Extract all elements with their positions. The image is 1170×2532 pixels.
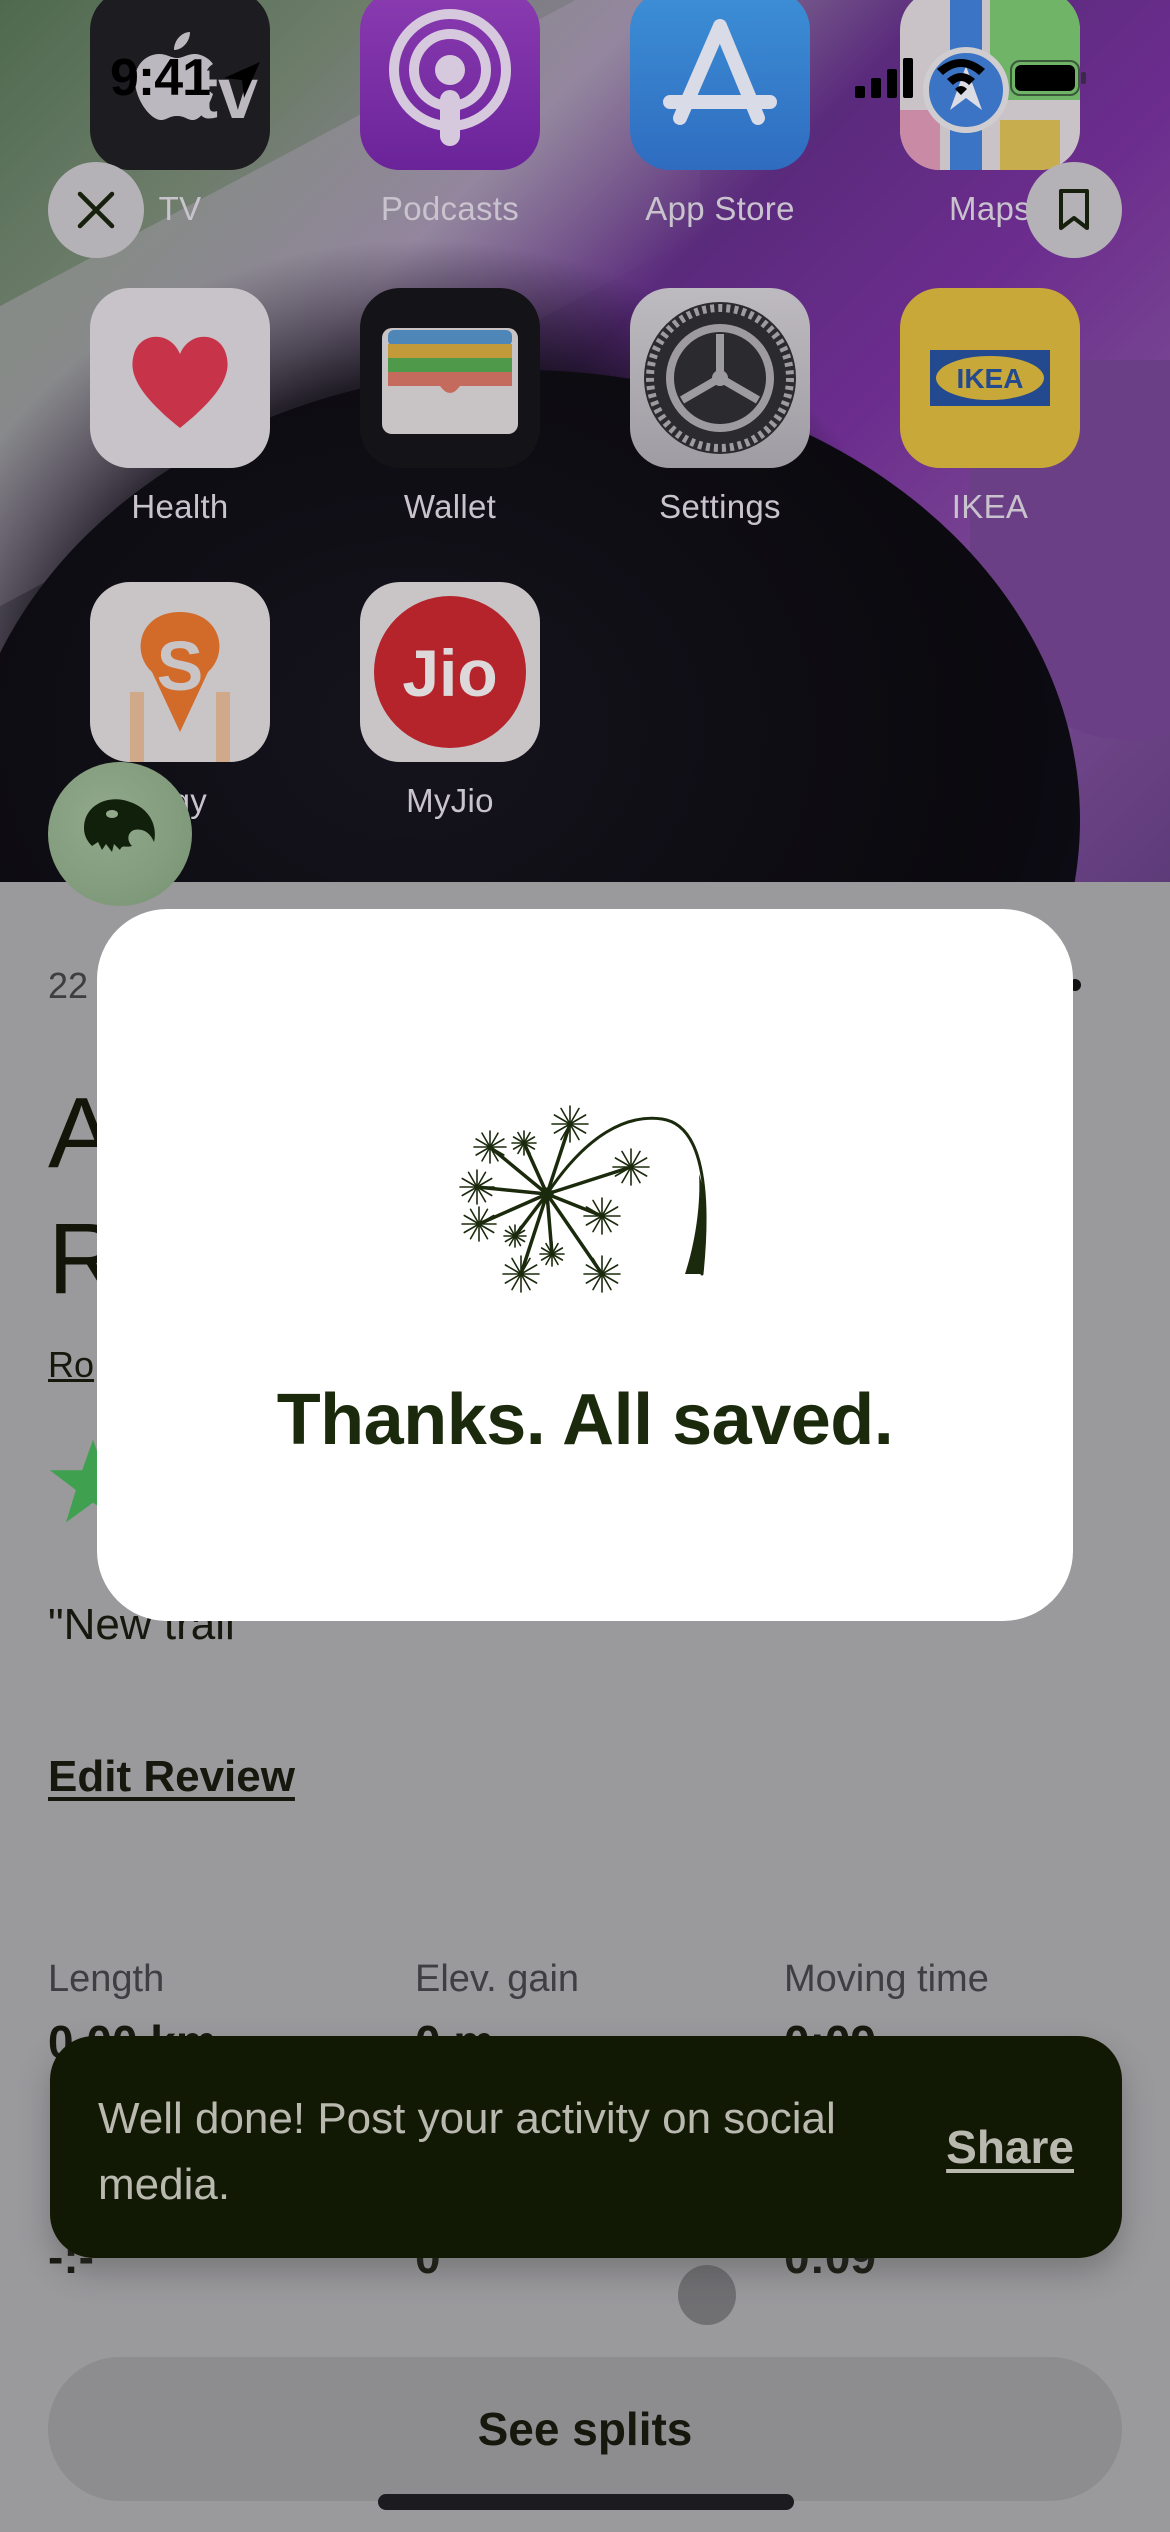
app-label: MyJio [406, 782, 494, 819]
status-bar: 9:41 [0, 0, 1170, 150]
health-heart-icon [90, 288, 270, 468]
dandelion-icon [459, 1105, 707, 1293]
settings-gear-icon [630, 288, 810, 468]
status-time: 9:41 [110, 49, 211, 107]
share-toast: Well done! Post your activity on social … [50, 2036, 1122, 2258]
avatar[interactable] [48, 762, 192, 906]
toast-message: Well done! Post your activity on social … [98, 2094, 836, 2209]
app-label: App Store [645, 190, 795, 227]
svg-text:S: S [157, 627, 204, 705]
app-settings[interactable]: Settings [630, 288, 810, 526]
battery-icon [1010, 60, 1086, 96]
stat-label: Moving time [784, 1958, 989, 2000]
app-label: Wallet [403, 488, 497, 525]
stat-label: Length [48, 1958, 165, 2000]
scroll-handle[interactable] [678, 2265, 736, 2325]
close-icon [77, 191, 115, 229]
home-indicator[interactable] [378, 2494, 794, 2510]
app-label: Health [131, 488, 229, 525]
app-health[interactable]: Health [90, 288, 270, 526]
eagle-avatar-icon [84, 799, 155, 852]
app-label: IKEA [951, 488, 1029, 525]
app-wallet[interactable]: Wallet [360, 288, 540, 526]
location-arrow-icon [224, 62, 260, 98]
edit-review-link[interactable]: Edit Review [48, 1752, 295, 1802]
ikea-icon: IKEA [900, 288, 1080, 468]
cellular-signal-icon [855, 58, 913, 98]
wifi-icon [937, 59, 985, 95]
see-splits-button[interactable]: See splits [48, 2357, 1122, 2501]
stat-label: Elev. gain [415, 1958, 580, 2000]
wallet-icon [360, 288, 540, 468]
app-ikea[interactable]: IKEA IKEA [900, 288, 1080, 526]
activity-date: 22 [48, 965, 89, 1006]
svg-text:IKEA: IKEA [957, 363, 1024, 394]
app-label: Settings [659, 488, 781, 525]
app-label: Podcasts [380, 190, 520, 227]
share-button[interactable]: Share [946, 2120, 1074, 2174]
swiggy-icon: S [90, 582, 270, 762]
jio-icon: Jio [360, 582, 540, 762]
modal-message: Thanks. All saved. [276, 1380, 894, 1460]
svg-text:Jio: Jio [402, 636, 497, 710]
saved-confirmation-modal: Thanks. All saved. [97, 909, 1073, 1621]
route-link[interactable]: Ro [48, 1344, 94, 1386]
app-myjio[interactable]: Jio MyJio [360, 582, 540, 820]
close-button[interactable] [48, 162, 144, 258]
bookmark-icon [1059, 189, 1089, 230]
bookmark-button[interactable] [1026, 162, 1122, 258]
